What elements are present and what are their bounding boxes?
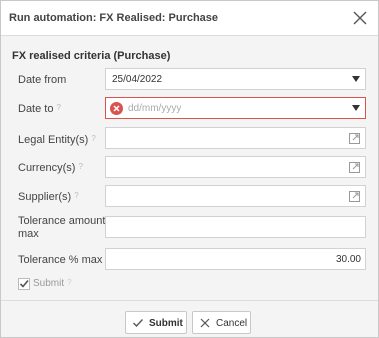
chevron-down-icon [352, 76, 360, 82]
run-automation-dialog: Run automation: FX Realised: Purchase FX… [0, 0, 379, 338]
submit-button-label: Submit [149, 318, 183, 329]
popout-icon[interactable] [348, 132, 361, 145]
checkmark-icon [132, 317, 144, 329]
footer-divider [1, 300, 378, 301]
supplier-label: Supplier(s)? [18, 191, 79, 203]
legal-entity-label: Legal Entity(s)? [18, 134, 96, 146]
date-to-label: Date to? [18, 103, 61, 115]
help-icon[interactable]: ? [56, 103, 60, 112]
date-from-select[interactable]: 25/04/2022 [105, 68, 366, 90]
popout-icon[interactable] [348, 161, 361, 174]
popout-icon[interactable] [348, 190, 361, 203]
submit-checkbox-label: Submit? [33, 278, 72, 289]
cancel-button[interactable]: Cancel [192, 311, 251, 334]
tolerance-pct-label: Tolerance % max? [18, 254, 110, 266]
section-title: FX realised criteria (Purchase) [12, 50, 171, 62]
legal-entity-input[interactable] [105, 127, 366, 149]
submit-checkbox[interactable] [18, 278, 30, 290]
submit-checkbox-label-text: Submit [33, 278, 65, 289]
date-to-select[interactable]: dd/mm/yyyy [105, 97, 366, 119]
dialog-title: Run automation: FX Realised: Purchase [9, 12, 219, 24]
date-to-placeholder: dd/mm/yyyy [128, 103, 182, 114]
tolerance-amount-input[interactable] [105, 216, 366, 238]
date-from-value: 25/04/2022 [112, 74, 163, 85]
tolerance-pct-input[interactable]: 30.00 [105, 248, 366, 270]
cancel-button-label: Cancel [216, 318, 248, 329]
date-from-label: Date from [18, 74, 66, 86]
supplier-input[interactable] [105, 185, 366, 207]
chevron-down-icon [352, 105, 360, 111]
currency-label: Currency(s)? [18, 162, 83, 174]
close-icon[interactable] [350, 8, 370, 28]
supplier-label-text: Supplier(s) [18, 191, 72, 203]
tolerance-pct-value: 30.00 [335, 254, 361, 265]
error-icon [110, 102, 123, 115]
help-icon[interactable]: ? [91, 134, 95, 143]
currency-input[interactable] [105, 156, 366, 178]
tolerance-pct-label-text: Tolerance % max [18, 254, 103, 266]
currency-label-text: Currency(s) [18, 162, 76, 174]
help-icon[interactable]: ? [74, 191, 78, 200]
date-from-label-text: Date from [18, 74, 67, 86]
legal-entity-label-text: Legal Entity(s) [18, 134, 89, 146]
close-icon [199, 317, 211, 329]
help-icon[interactable]: ? [78, 162, 82, 171]
tolerance-amount-label: Tolerance amount max [18, 215, 106, 240]
submit-button[interactable]: Submit [125, 311, 187, 334]
dialog-titlebar: Run automation: FX Realised: Purchase [1, 1, 378, 36]
help-icon[interactable]: ? [67, 278, 71, 287]
date-to-label-text: Date to [18, 103, 54, 115]
